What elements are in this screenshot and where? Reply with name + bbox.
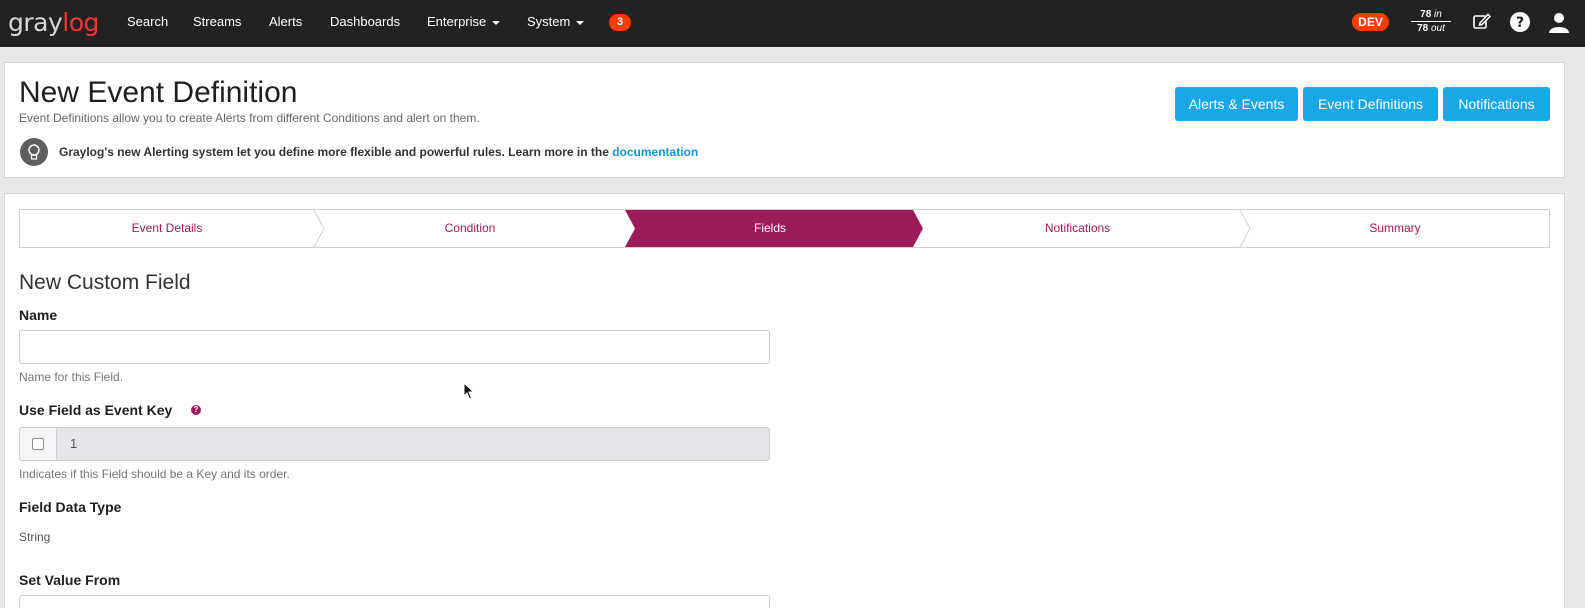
svg-text:?: ? [1516, 15, 1524, 31]
logo-text-gray: gray [8, 7, 63, 37]
data-type-value: String [19, 530, 51, 544]
nav-system-label: System [527, 14, 571, 29]
event-key-input-group: 1 [19, 427, 770, 461]
throughput-out-value: 78 [1417, 23, 1429, 34]
nav-streams[interactable]: Streams [193, 0, 241, 47]
page-description: Event Definitions allow you to create Al… [19, 111, 480, 125]
question-circle-icon[interactable]: ? [191, 405, 201, 415]
name-input[interactable] [19, 330, 770, 364]
chevron-down-icon [492, 20, 501, 25]
step-fields[interactable]: Fields [625, 210, 915, 247]
notifications-button[interactable]: Notifications [1443, 87, 1550, 121]
nav-system-dropdown[interactable]: System [527, 0, 585, 47]
nav-enterprise-label: Enterprise [427, 14, 487, 29]
alerts-events-button[interactable]: Alerts & Events [1175, 87, 1298, 121]
event-key-addon [20, 428, 57, 460]
edit-icon[interactable] [1472, 11, 1494, 33]
event-key-help-text: Indicates if this Field should be a Key … [19, 467, 290, 481]
throughput-indicator[interactable]: 78 in 78 out [1411, 8, 1451, 35]
step-event-details[interactable]: Event Details [20, 210, 314, 247]
event-key-order-input[interactable]: 1 [70, 428, 77, 460]
documentation-link[interactable]: documentation [612, 145, 698, 159]
top-navbar: gray log Search Streams Alerts Dashboards… [0, 0, 1585, 47]
mouse-cursor-icon [463, 381, 475, 405]
throughput-out-label: out [1431, 23, 1445, 34]
tip-message: Graylog's new Alerting system let you de… [59, 145, 609, 159]
throughput-in-value: 78 [1420, 9, 1432, 20]
user-icon[interactable] [1548, 11, 1570, 33]
lightbulb-icon [20, 138, 48, 166]
event-definitions-button[interactable]: Event Definitions [1303, 87, 1438, 121]
step-condition[interactable]: Condition [320, 210, 620, 247]
page-title: New Event Definition [19, 76, 298, 109]
main-content-panel [4, 193, 1565, 608]
section-title: New Custom Field [19, 271, 191, 294]
nav-search[interactable]: Search [127, 0, 168, 47]
set-value-label: Set Value From [19, 572, 121, 588]
logo-text-red: log [62, 7, 99, 37]
event-key-label: Use Field as Event Key [19, 402, 173, 418]
data-type-label: Field Data Type [19, 499, 122, 515]
name-help-text: Name for this Field. [19, 370, 124, 384]
help-icon[interactable]: ? [1509, 11, 1531, 33]
nav-alerts[interactable]: Alerts [269, 0, 302, 47]
chevron-down-icon [576, 20, 585, 25]
nav-enterprise-dropdown[interactable]: Enterprise [427, 0, 501, 47]
notification-count-badge[interactable]: 3 [609, 14, 631, 31]
alerting-tip: Graylog's new Alerting system let you de… [59, 145, 698, 159]
nav-dashboards[interactable]: Dashboards [330, 0, 400, 47]
environment-badge: DEV [1352, 13, 1389, 31]
wizard-steps: Event Details Condition Fields Notificat… [19, 209, 1550, 248]
name-label: Name [19, 307, 58, 323]
step-summary[interactable]: Summary [1245, 210, 1545, 247]
graylog-logo[interactable]: gray log [8, 6, 99, 38]
throughput-in-label: in [1434, 9, 1442, 20]
step-notifications[interactable]: Notifications [920, 210, 1235, 247]
event-key-checkbox[interactable] [32, 438, 44, 450]
set-value-select[interactable] [19, 595, 770, 608]
